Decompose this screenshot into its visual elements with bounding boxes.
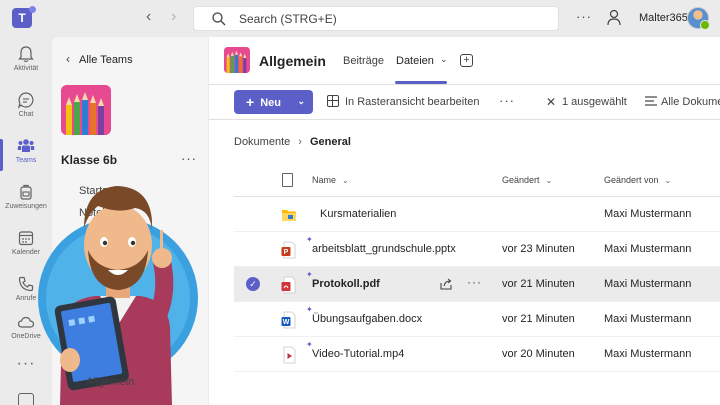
modified-date: vor 21 Minuten (502, 278, 575, 290)
table-row-selected[interactable]: ✓ ✦ Protokoll.pdf ··· vor 21 Minuten Max… (234, 267, 720, 302)
column-modified-by[interactable]: Geändert von ⌄ (604, 175, 671, 185)
tab-posts[interactable]: Beiträge (343, 55, 384, 67)
new-button[interactable]: + Neu ⌄ (234, 90, 313, 114)
modified-date: vor 20 Minuten (502, 348, 575, 360)
rail-label: Aktivität (13, 65, 39, 72)
search-icon (212, 12, 226, 26)
rail-label: Chat (18, 111, 34, 118)
chevron-right-icon: › (298, 136, 302, 148)
checkmark-icon[interactable]: ✓ (246, 277, 260, 291)
grid-edit-button[interactable]: In Rasteransicht bearbeiten (345, 96, 480, 108)
table-row[interactable]: ✦ Video-Tutorial.mp4 vor 20 Minuten Maxi… (234, 337, 720, 372)
column-modified[interactable]: Geändert ⌄ (502, 175, 552, 185)
folder-icon (282, 210, 296, 221)
chat-icon (18, 92, 34, 109)
toolbar-more-button[interactable]: ··· (499, 93, 515, 108)
channel-avatar (224, 47, 250, 73)
back-label: Alle Teams (79, 54, 133, 66)
chevron-left-icon: ‹ (66, 52, 70, 66)
breadcrumb-current: General (309, 136, 351, 148)
active-tab-indicator (395, 81, 447, 84)
row-more-button[interactable]: ··· (467, 275, 482, 289)
close-icon[interactable]: ✕ (546, 95, 556, 109)
back-to-all-teams[interactable]: ‹ Alle Teams (66, 52, 133, 66)
svg-text:P: P (284, 249, 289, 256)
bell-icon (18, 46, 34, 63)
chevron-down-icon: ⌄ (545, 176, 553, 185)
video-file-icon (283, 346, 296, 364)
table-row[interactable]: P ✦ arbeitsblatt_grundschule.pptx vor 23… (234, 232, 720, 267)
rail-item-activity[interactable]: Aktivität (0, 41, 52, 87)
pencils-icon (61, 85, 111, 135)
column-label: Name (312, 175, 337, 185)
settings-more-button[interactable]: ··· (576, 9, 592, 24)
column-label: Geändert (502, 175, 540, 185)
breadcrumb-root[interactable]: Dokumente (234, 136, 290, 148)
modified-by: Maxi Mustermann (604, 348, 692, 360)
table-row[interactable]: W ✦ Übungsaufgaben.docx vor 21 Minuten M… (234, 302, 720, 337)
file-name[interactable]: Protokoll.pdf (312, 278, 380, 290)
grid-icon (327, 95, 339, 107)
table-row[interactable]: Kursmaterialien Maxi Mustermann (234, 197, 720, 232)
teams-logo-icon: T (12, 6, 36, 28)
file-name[interactable]: arbeitsblatt_grundschule.pptx (312, 243, 456, 255)
channel-header: Allgemein Beiträge Dateien ⌄ + (209, 37, 720, 85)
file-name[interactable]: Kursmaterialien (320, 208, 396, 220)
files-toolbar: + Neu ⌄ In Rasteransicht bearbeiten ··· ✕ … (209, 85, 720, 120)
plus-icon: + (246, 94, 255, 110)
column-name[interactable]: Name ⌄ (312, 175, 349, 185)
org-name: Malter365 (639, 12, 688, 24)
file-type-icon (282, 173, 293, 187)
svg-text:W: W (283, 319, 290, 326)
search-input[interactable] (239, 9, 539, 29)
modified-by: Maxi Mustermann (604, 313, 692, 325)
modified-by: Maxi Mustermann (604, 208, 692, 220)
modified-by: Maxi Mustermann (604, 278, 692, 290)
modified-date: vor 21 Minuten (502, 313, 575, 325)
tab-files[interactable]: Dateien (396, 55, 434, 67)
chevron-down-icon: ⌄ (342, 176, 349, 185)
forward-arrow-icon[interactable]: › (171, 8, 176, 26)
view-selector[interactable]: Alle Dokume (661, 96, 720, 108)
channel-item-general[interactable]: Allgemein (86, 376, 134, 388)
pdf-file-icon (281, 276, 296, 294)
main-area: Allgemein Beiträge Dateien ⌄ + + Neu ⌄ In … (209, 37, 720, 405)
page-title: Allgemein (259, 53, 326, 69)
avatar[interactable] (687, 7, 710, 30)
teacher-mascot-illustration (38, 186, 198, 405)
modified-by: Maxi Mustermann (604, 243, 692, 255)
breadcrumb: Dokumente › General (234, 136, 351, 148)
people-icon[interactable] (606, 9, 622, 27)
modified-date: vor 23 Minuten (502, 243, 575, 255)
rail-item-chat[interactable]: Chat (0, 87, 52, 133)
file-name[interactable]: Video-Tutorial.mp4 (312, 348, 404, 360)
chevron-down-icon[interactable]: ⌄ (440, 54, 448, 65)
back-arrow-icon[interactable]: ‹ (146, 8, 151, 26)
file-name[interactable]: Übungsaufgaben.docx (312, 313, 422, 325)
pencils-icon (224, 47, 250, 73)
chevron-down-icon: ⌄ (297, 96, 305, 106)
team-avatar (61, 85, 111, 135)
new-label: Neu (260, 97, 281, 109)
powerpoint-file-icon: P (281, 241, 296, 259)
word-file-icon: W (281, 311, 296, 329)
title-bar: T ‹ › ··· Malter365 (0, 0, 720, 37)
share-icon[interactable] (439, 277, 453, 291)
column-label: Geändert von (604, 175, 659, 185)
search-box[interactable] (193, 6, 559, 31)
list-view-icon (645, 96, 657, 106)
add-tab-button[interactable]: + (460, 54, 473, 67)
chevron-down-icon: ⌄ (664, 176, 672, 185)
selection-count: 1 ausgewählt (562, 96, 627, 108)
